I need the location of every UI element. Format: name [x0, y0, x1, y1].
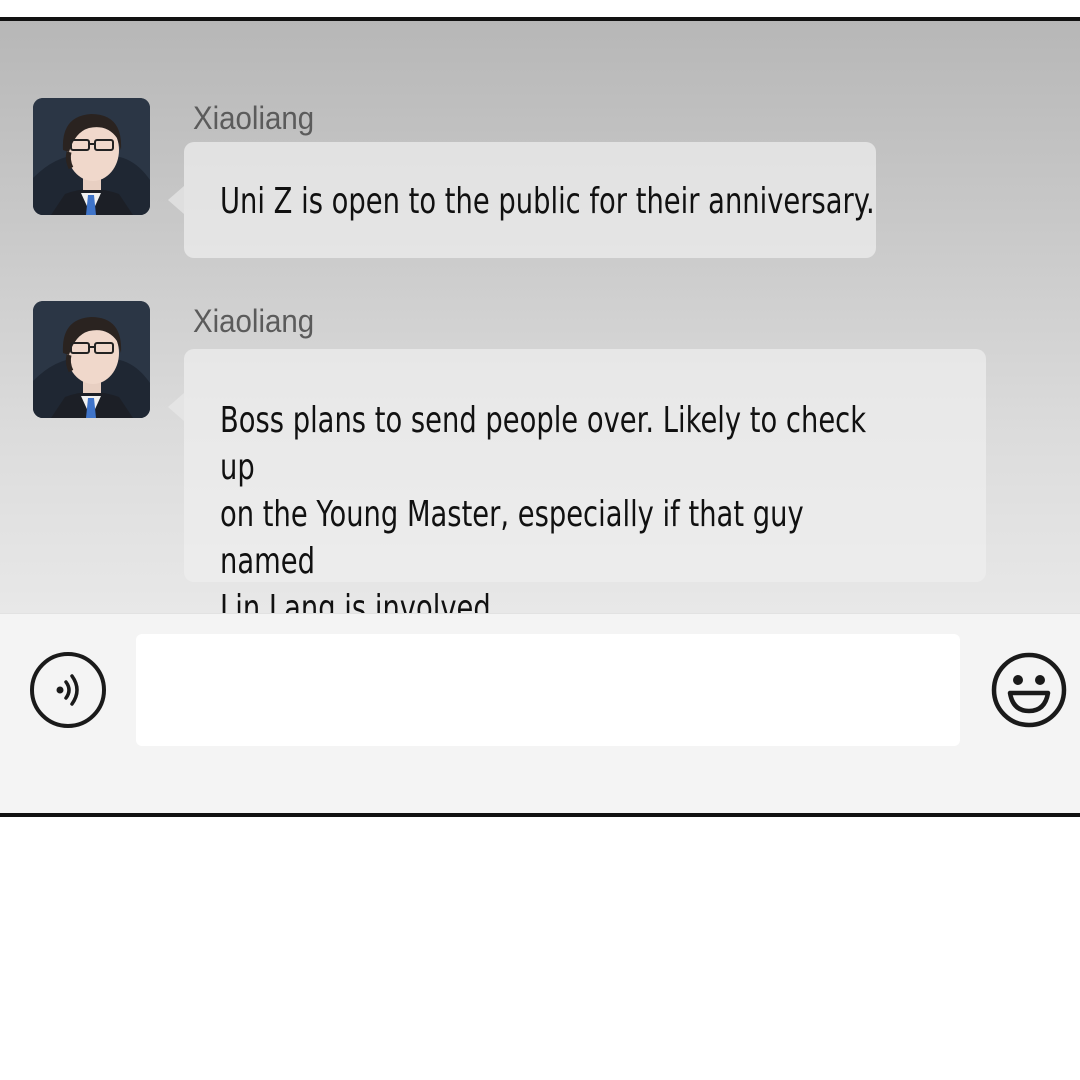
- input-bar: [0, 613, 1080, 813]
- message-text: Boss plans to send people over. Likely t…: [220, 400, 867, 629]
- smiley-icon: [991, 652, 1067, 728]
- avatar-icon: [33, 98, 150, 215]
- avatar[interactable]: [33, 98, 150, 215]
- voice-icon: [56, 674, 79, 706]
- message-bubble[interactable]: Uni Z is open to the public for their an…: [168, 142, 876, 258]
- emoji-button[interactable]: [990, 651, 1068, 729]
- voice-button[interactable]: [30, 652, 106, 728]
- sender-name: Xiaoliang: [193, 303, 315, 339]
- avatar-icon: [33, 301, 150, 418]
- message-input[interactable]: [136, 634, 960, 746]
- message-list: Xiaoliang Uni Z is open to the public fo…: [0, 21, 1080, 629]
- avatar[interactable]: [33, 301, 150, 418]
- sender-name: Xiaoliang: [193, 100, 315, 136]
- message-text: Uni Z is open to the public for their an…: [220, 181, 875, 222]
- message-bubble[interactable]: Boss plans to send people over. Likely t…: [168, 349, 986, 629]
- chat-panel: Xiaoliang Uni Z is open to the public fo…: [0, 17, 1080, 817]
